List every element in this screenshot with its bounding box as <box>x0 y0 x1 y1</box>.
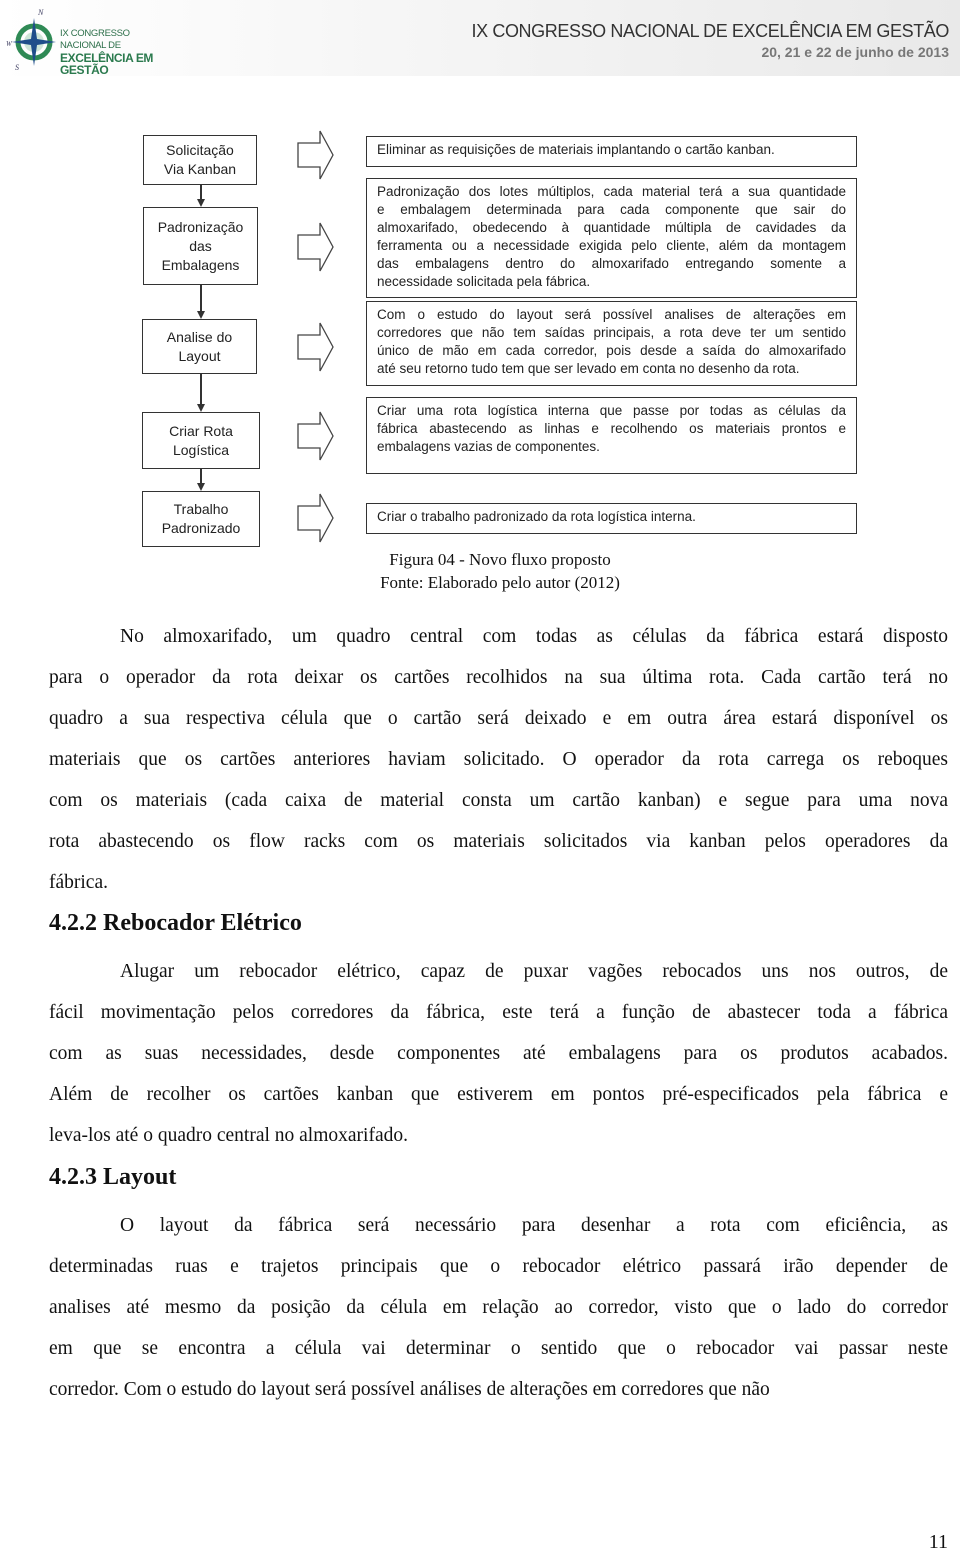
step-label-line: Analise do <box>166 328 233 345</box>
description-line: almoxarifado, obedecendo à quantidade mú… <box>377 220 846 235</box>
text-line: com os materiais (cada caixa de material… <box>49 790 948 811</box>
description-line: até seu retorno tudo tem que ser levado … <box>377 361 800 376</box>
process-step-box: Trabalho Padronizado <box>142 491 260 547</box>
connector-line <box>200 285 202 312</box>
text-line: Além de recolher os cartões kanban que e… <box>49 1084 948 1105</box>
description-line: necessidade solicitada pela fábrica. <box>377 274 591 289</box>
description-line: único de mão em cada corredor, pois desd… <box>377 343 846 358</box>
paragraph-layout: O layout da fábrica será necessário para… <box>49 1205 948 1410</box>
text-line: em que se encontra a célula vai determin… <box>49 1338 948 1359</box>
description-line: Criar o trabalho padronizado da rota log… <box>377 509 696 524</box>
text-line: para o operador da rota deixar os cartõe… <box>49 667 948 688</box>
right-arrow-icon <box>297 411 334 461</box>
text-line: Alugar um rebocador elétrico, capaz de p… <box>120 961 948 982</box>
figure-caption: Figura 04 - Novo fluxo proposto <box>389 550 611 569</box>
step-label-line: Via Kanban <box>163 161 237 177</box>
text-line: determinadas ruas e trajetos principais … <box>49 1256 948 1277</box>
text-line: quadro a sua respectiva célula que o car… <box>49 708 948 729</box>
paragraph-rebocador: Alugar um rebocador elétrico, capaz de p… <box>49 951 948 1156</box>
connector-line <box>200 469 202 484</box>
text-line: No almoxarifado, um quadro central com t… <box>120 626 948 647</box>
step-label-line: Layout <box>178 347 221 364</box>
connector-line <box>200 374 202 405</box>
text-line: corredor. Com o estudo do layout será po… <box>49 1379 770 1400</box>
step-label-line: Padronização <box>157 218 244 235</box>
description-line: das embalagens dentro do almoxarifado en… <box>377 256 846 271</box>
step-description-box: Eliminar as requisições de materiais imp… <box>366 136 857 167</box>
paragraph-almoxarifado: No almoxarifado, um quadro central com t… <box>49 616 948 903</box>
process-step-box: Solicitação Via Kanban <box>143 135 257 185</box>
text-line: leva-los até o quadro central no almoxar… <box>49 1125 408 1146</box>
step-label-line: Padronizado <box>161 520 241 536</box>
description-line: embalagens vazias de componentes. <box>377 439 600 454</box>
down-arrow-icon <box>196 199 205 207</box>
step-description-box: Criar o trabalho padronizado da rota log… <box>366 503 857 534</box>
down-arrow-icon <box>196 311 205 319</box>
right-arrow-icon <box>297 222 334 272</box>
step-label-line: Criar Rota <box>169 422 233 439</box>
process-step-box: Criar Rota Logística <box>142 412 260 469</box>
text-line: O layout da fábrica será necessário para… <box>120 1215 948 1236</box>
text-line: fácil movimentação pelos corredores da f… <box>49 1002 948 1023</box>
figure-source: Fonte: Elaborado pelo autor (2012) <box>380 573 620 592</box>
connector-line <box>200 185 202 200</box>
text-line: com as suas necessidades, desde componen… <box>49 1043 948 1064</box>
description-line: corredores que não tem saídas principais… <box>377 325 846 340</box>
description-line: fábrica abastecendo as linhas e recolhen… <box>377 421 846 436</box>
step-label-line: Logística <box>172 441 230 458</box>
description-line: Criar uma rota logística interna que pas… <box>377 403 846 418</box>
right-arrow-icon <box>297 493 334 543</box>
right-arrow-icon <box>297 130 334 180</box>
step-description-box: Criar uma rota logística interna que pas… <box>366 397 857 474</box>
flow-diagram: Solicitação Via Kanban Eliminar as requisi… <box>0 0 960 600</box>
step-description-box: Com o estudo do layout será possível ana… <box>366 301 857 386</box>
step-label-line: Solicitação <box>166 142 234 158</box>
description-line: ferramenta ou a necessidade exigida pelo… <box>377 238 846 253</box>
process-step-box: Padronização das Embalagens <box>143 207 258 285</box>
section-heading-rebocador: 4.2.2 Rebocador Elétrico <box>49 910 302 936</box>
description-line: Padronização dos lotes múltiplos, cada m… <box>377 184 846 199</box>
process-step-box: Analise do Layout <box>142 319 257 374</box>
description-line: e embalagem determinada para cada compon… <box>377 202 846 217</box>
section-heading-layout: 4.2.3 Layout <box>49 1164 177 1190</box>
page-number: 11 <box>928 1531 948 1553</box>
text-line: rota abastecendo os flow racks com os ma… <box>49 831 948 852</box>
down-arrow-icon <box>196 483 205 491</box>
text-line: analises até mesmo da posição da célula … <box>49 1297 948 1318</box>
down-arrow-icon <box>196 404 205 412</box>
step-label-line: Embalagens <box>161 256 240 273</box>
step-label-line: das <box>189 237 212 254</box>
step-description-box: Padronização dos lotes múltiplos, cada m… <box>366 178 857 298</box>
right-arrow-icon <box>297 322 334 372</box>
text-line: materiais que os cartões anteriores havi… <box>49 749 948 770</box>
step-label-line: Trabalho <box>173 501 229 517</box>
text-line: fábrica. <box>49 872 108 893</box>
description-line: Eliminar as requisições de materiais imp… <box>377 142 775 157</box>
description-line: Com o estudo do layout será possível ana… <box>377 307 846 322</box>
